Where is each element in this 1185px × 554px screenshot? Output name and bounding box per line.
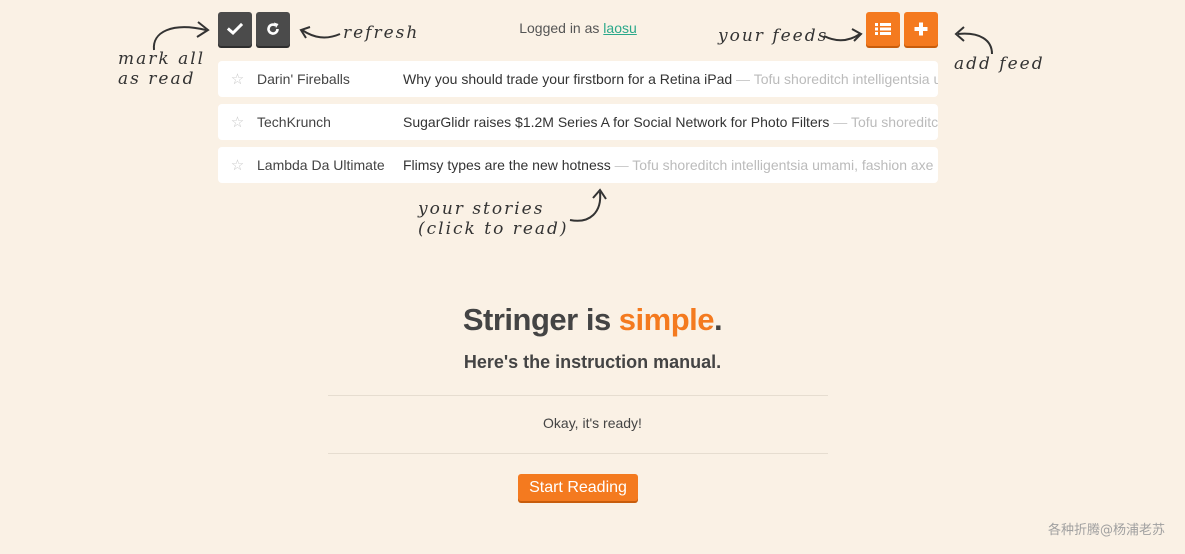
headline-start: Stringer is	[462, 302, 619, 337]
divider	[328, 395, 828, 396]
story-row[interactable]: ☆ Lambda Da Ultimate Flimsy types are th…	[218, 147, 938, 183]
story-row[interactable]: ☆ TechKrunch SugarGlidr raises $1.2M Ser…	[218, 104, 938, 140]
list-icon	[875, 23, 891, 35]
mark-all-arrow	[152, 21, 210, 51]
story-title: Flimsy types are the new hotness	[403, 157, 611, 173]
your-feeds-button[interactable]	[866, 12, 900, 46]
add-feed-note: add feed	[954, 54, 1045, 74]
story-separator: —	[732, 71, 754, 87]
refresh-icon	[267, 22, 279, 35]
mark-all-note: mark all as read	[118, 49, 205, 89]
story-title: SugarGlidr raises $1.2M Series A for Soc…	[403, 114, 830, 130]
star-icon[interactable]: ☆	[218, 70, 257, 88]
refresh-button[interactable]	[256, 12, 290, 46]
story-title: Why you should trade your firstborn for …	[403, 71, 733, 87]
divider	[328, 453, 828, 454]
story-feed-name: TechKrunch	[257, 114, 331, 130]
story-excerpt: Tofu shoreditch intelligentsia umami, fa…	[753, 71, 938, 87]
mark-all-read-button[interactable]	[218, 12, 252, 46]
your-feeds-arrow	[823, 28, 863, 42]
logged-in-label: Logged in as	[519, 20, 604, 36]
star-icon[interactable]: ☆	[218, 113, 257, 131]
logged-in-status: Logged in as laosu	[460, 20, 696, 36]
refresh-arrow	[299, 26, 341, 39]
plus-icon	[914, 22, 928, 36]
story-feed-name: Darin' Fireballs	[257, 71, 350, 87]
story-title-container: SugarGlidr raises $1.2M Series A for Soc…	[403, 114, 938, 130]
story-title-container: Flimsy types are the new hotness — Tofu …	[403, 157, 938, 173]
story-title-container: Why you should trade your firstborn for …	[403, 71, 938, 87]
refresh-note: refresh	[343, 23, 420, 43]
mark-all-note-line2: as read	[118, 69, 196, 89]
check-icon	[227, 22, 243, 36]
your-stories-note-line2: (click to read)	[418, 219, 569, 239]
story-separator: —	[829, 114, 851, 130]
your-stories-arrow	[569, 188, 607, 222]
story-row[interactable]: ☆ Darin' Fireballs Why you should trade …	[218, 61, 938, 97]
watermark: 各种折腾@杨浦老苏	[1047, 523, 1165, 538]
star-icon[interactable]: ☆	[218, 156, 257, 174]
username-link[interactable]: laosu	[603, 20, 636, 36]
story-separator: —	[610, 157, 633, 173]
headline-end: .	[714, 302, 723, 337]
your-stories-note-line1: your stories	[418, 199, 545, 219]
your-feeds-note: your feeds	[718, 26, 829, 46]
add-feed-button[interactable]	[904, 12, 938, 46]
headline-accent: simple	[618, 302, 715, 337]
page-headline: Stringer is simple.	[0, 302, 1185, 338]
add-feed-arrow	[954, 26, 993, 55]
ready-text: Okay, it's ready!	[543, 415, 642, 431]
story-excerpt: Tofu shoreditch intelligentsia umami, fa…	[850, 114, 938, 130]
story-feed-name: Lambda Da Ultimate	[257, 157, 385, 173]
start-reading-button[interactable]: Start Reading	[518, 474, 638, 501]
story-excerpt: Tofu shoreditch intelligentsia umami, fa…	[632, 157, 934, 173]
your-stories-note: your stories (click to read)	[418, 199, 569, 239]
page-subhead: Here's the instruction manual.	[463, 352, 722, 372]
